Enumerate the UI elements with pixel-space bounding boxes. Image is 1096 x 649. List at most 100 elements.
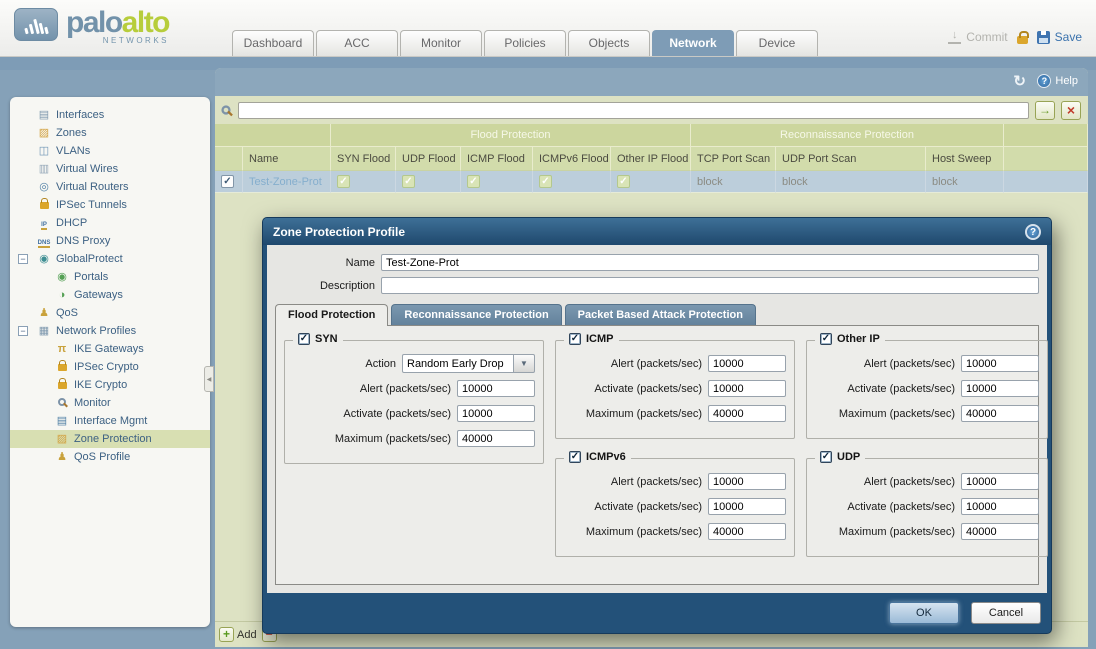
collapse-expander-icon[interactable] — [18, 326, 28, 336]
udp-checkbox[interactable] — [820, 451, 832, 463]
icmpv6-checkbox[interactable] — [569, 451, 581, 463]
save-button[interactable]: Save — [1037, 30, 1082, 44]
dialog-help-icon[interactable] — [1025, 224, 1041, 240]
tab-dashboard[interactable]: Dashboard — [232, 30, 314, 56]
sidebar-item-globalprotect[interactable]: ◉ GlobalProtect — [10, 250, 210, 268]
tab-device[interactable]: Device — [736, 30, 818, 56]
lock-icon[interactable] — [1017, 36, 1028, 44]
sidebar-item-vlans[interactable]: ◫ VLANs — [10, 142, 210, 160]
name-field[interactable] — [381, 254, 1039, 271]
sidebar-item-ipsec-crypto[interactable]: IPSec Crypto — [10, 358, 210, 376]
udp-maximum-field[interactable] — [961, 523, 1039, 540]
commit-button[interactable]: ↓ Commit — [948, 30, 1007, 44]
refresh-icon[interactable]: ↻ — [1013, 72, 1026, 90]
column-header-syn-flood[interactable]: SYN Flood — [331, 147, 396, 171]
column-header-icmpv6-flood[interactable]: ICMPv6 Flood — [533, 147, 611, 171]
tab-acc[interactable]: ACC — [316, 30, 398, 56]
sidebar-item-virtual-routers[interactable]: ◎ Virtual Routers — [10, 178, 210, 196]
other-ip-maximum-field[interactable] — [961, 405, 1039, 422]
content-toolbar: ↻ Help — [215, 68, 1088, 96]
search-input[interactable] — [238, 102, 1029, 119]
cancel-button[interactable]: Cancel — [971, 602, 1041, 624]
search-clear-button[interactable] — [1061, 101, 1081, 120]
icmpv6-maximum-field[interactable] — [708, 523, 786, 540]
sidebar-item-ipsec-tunnels[interactable]: IPSec Tunnels — [10, 196, 210, 214]
sidebar-item-interfaces[interactable]: ▤ Interfaces — [10, 106, 210, 124]
tab-objects[interactable]: Objects — [568, 30, 650, 56]
search-bar — [215, 96, 1088, 124]
help-button[interactable]: Help — [1037, 74, 1078, 88]
description-field[interactable] — [381, 277, 1039, 294]
icmpv6-alert-field[interactable] — [708, 473, 786, 490]
sidebar-item-zone-protection[interactable]: ▨ Zone Protection — [10, 430, 210, 448]
row-checkbox[interactable] — [221, 175, 234, 188]
icmp-maximum-field[interactable] — [708, 405, 786, 422]
syn-action-select[interactable]: Random Early Drop — [402, 354, 514, 373]
sidebar-collapse-handle[interactable]: ◀ — [204, 366, 214, 392]
ike-crypto-icon — [54, 378, 70, 392]
description-label: Description — [275, 280, 375, 292]
icmpv6-section-label: ICMPv6 — [586, 451, 626, 463]
other-ip-checkbox[interactable] — [820, 333, 832, 345]
sidebar-item-ike-gateways[interactable]: π IKE Gateways — [10, 340, 210, 358]
sidebar-item-network-profiles[interactable]: ▦ Network Profiles — [10, 322, 210, 340]
udp-alert-field[interactable] — [961, 473, 1039, 490]
sidebar-item-monitor-profile[interactable]: Monitor — [10, 394, 210, 412]
sidebar-item-interface-mgmt[interactable]: ▤ Interface Mgmt — [10, 412, 210, 430]
paloalto-logo: paloalto NETWORKS — [14, 8, 169, 45]
sidebar-item-dns-proxy[interactable]: DNS DNS Proxy — [10, 232, 210, 250]
zones-icon: ▨ — [36, 127, 52, 139]
sidebar-item-virtual-wires[interactable]: ▥ Virtual Wires — [10, 160, 210, 178]
sidebar-item-zones[interactable]: ▨ Zones — [10, 124, 210, 142]
table-row-name-link[interactable]: Test-Zone-Prot — [243, 171, 331, 193]
column-header-icmp-flood[interactable]: ICMP Flood — [461, 147, 533, 171]
brand-secondary: alto — [122, 6, 169, 39]
alert-label: Alert (packets/sec) — [611, 358, 702, 370]
collapse-expander-icon[interactable] — [18, 254, 28, 264]
table-cell-tcp-port-scan: block — [691, 171, 776, 193]
maximum-label: Maximum (packets/sec) — [586, 408, 702, 420]
syn-activate-field[interactable] — [457, 405, 535, 422]
sidebar-item-dhcp[interactable]: IP DHCP — [10, 214, 210, 232]
tab-policies[interactable]: Policies — [484, 30, 566, 56]
sidebar-item-portals[interactable]: ◉ Portals — [10, 268, 210, 286]
icmpv6-activate-field[interactable] — [708, 498, 786, 515]
icmp-activate-field[interactable] — [708, 380, 786, 397]
tab-monitor[interactable]: Monitor — [400, 30, 482, 56]
syn-checkbox[interactable] — [298, 333, 310, 345]
sidebar-item-label: GlobalProtect — [56, 253, 123, 265]
sidebar-item-label: Portals — [74, 271, 108, 283]
search-go-button[interactable] — [1035, 101, 1055, 120]
other-ip-activate-field[interactable] — [961, 380, 1039, 397]
tab-packet-based-attack-protection[interactable]: Packet Based Attack Protection — [565, 304, 756, 325]
chevron-down-icon[interactable] — [514, 354, 535, 373]
column-header-udp-flood[interactable]: UDP Flood — [396, 147, 461, 171]
other-ip-alert-field[interactable] — [961, 355, 1039, 372]
sidebar-item-ike-crypto[interactable]: IKE Crypto — [10, 376, 210, 394]
alert-label: Alert (packets/sec) — [611, 476, 702, 488]
column-header-udp-port-scan[interactable]: UDP Port Scan — [776, 147, 926, 171]
column-header-other-ip-flood[interactable]: Other IP Flood — [611, 147, 691, 171]
tab-reconnaissance-protection[interactable]: Reconnaissance Protection — [391, 304, 561, 325]
add-button[interactable]: Add — [219, 627, 257, 642]
column-header-tcp-port-scan[interactable]: TCP Port Scan — [691, 147, 776, 171]
tab-flood-protection[interactable]: Flood Protection — [275, 304, 388, 326]
column-header-name[interactable]: Name — [243, 147, 331, 171]
column-header-host-sweep[interactable]: Host Sweep — [926, 147, 1004, 171]
enabled-check-icon — [402, 175, 415, 188]
sidebar-item-gateways[interactable]: ◑ Gateways — [10, 286, 210, 304]
icmp-checkbox[interactable] — [569, 333, 581, 345]
ok-button[interactable]: OK — [889, 602, 959, 624]
sidebar-item-label: Virtual Wires — [56, 163, 118, 175]
dialog-tabs: Flood Protection Reconnaissance Protecti… — [275, 304, 1039, 325]
ipsec-tunnels-icon — [36, 198, 52, 212]
group-header-empty — [215, 124, 331, 147]
icmp-alert-field[interactable] — [708, 355, 786, 372]
sidebar-item-qos[interactable]: ♟ QoS — [10, 304, 210, 322]
udp-activate-field[interactable] — [961, 498, 1039, 515]
sidebar-item-qos-profile[interactable]: ♟ QoS Profile — [10, 448, 210, 466]
syn-alert-field[interactable] — [457, 380, 535, 397]
gateways-icon: ◑ — [54, 289, 70, 301]
syn-maximum-field[interactable] — [457, 430, 535, 447]
tab-network[interactable]: Network — [652, 30, 734, 56]
